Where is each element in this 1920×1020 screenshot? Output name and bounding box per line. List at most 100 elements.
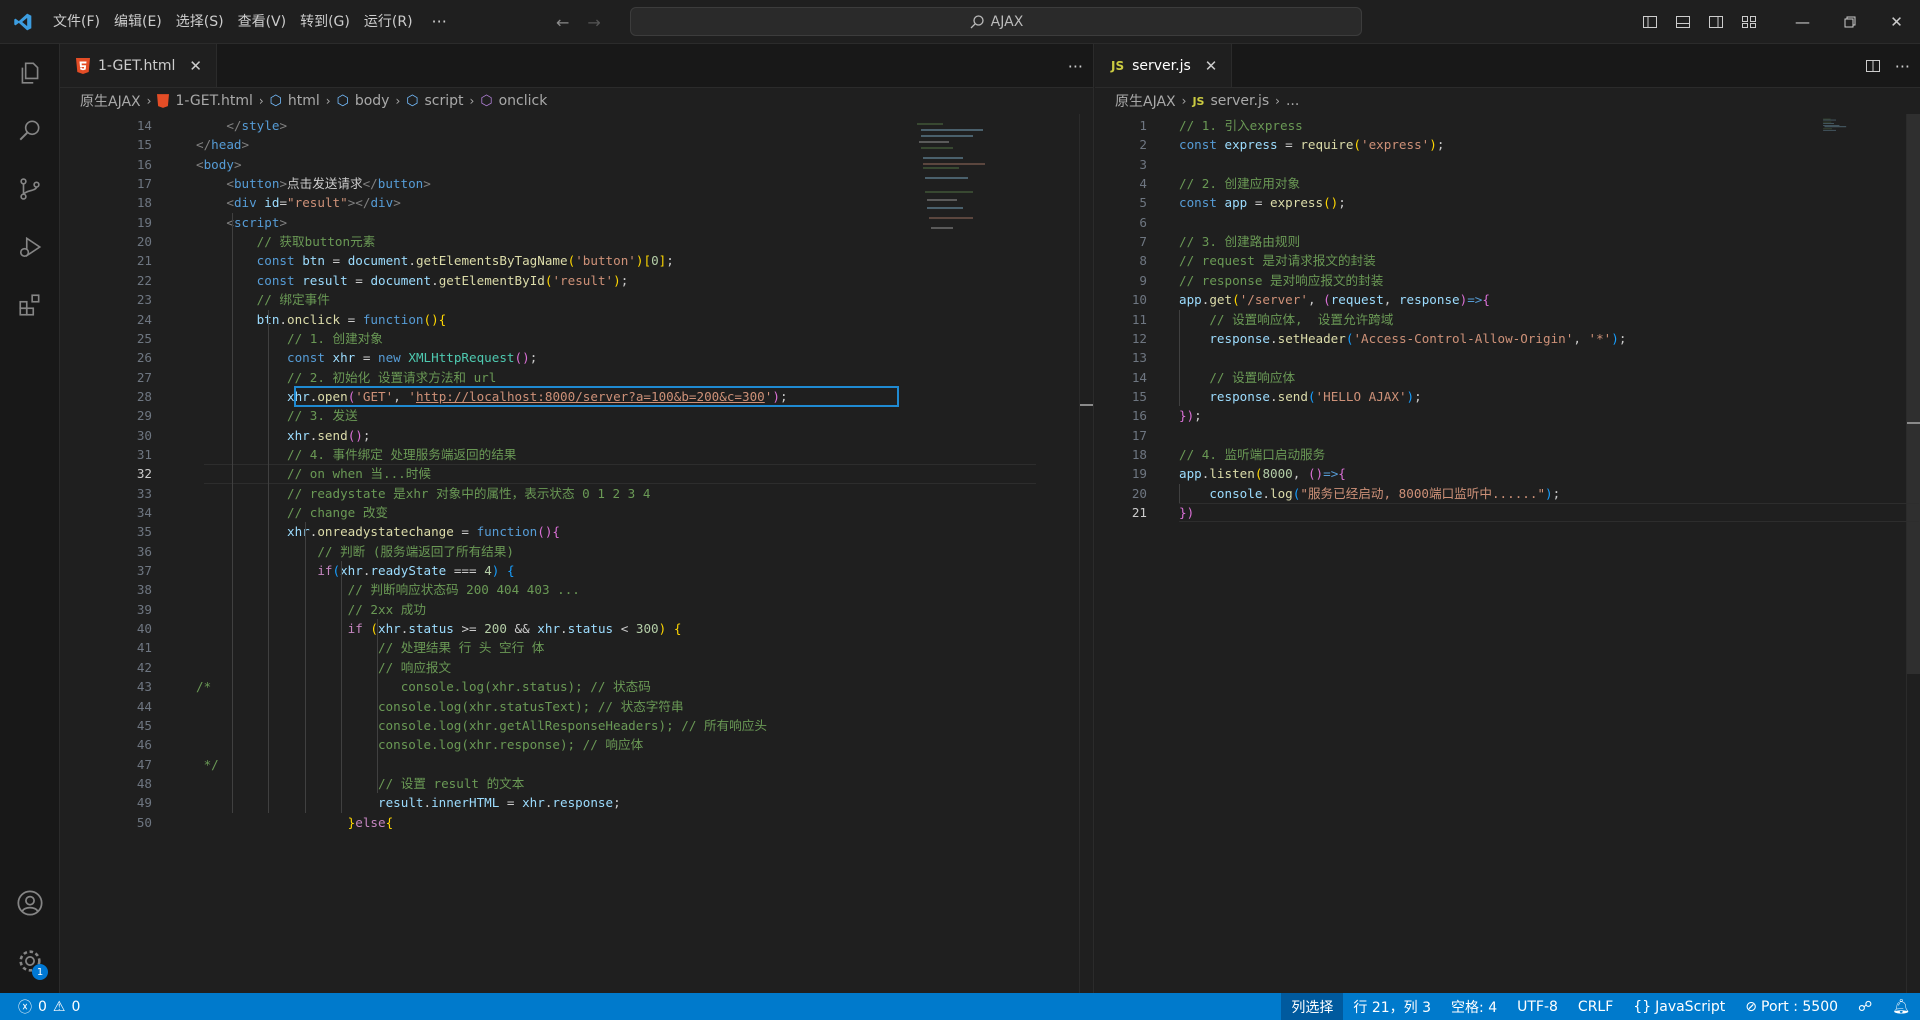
breadcrumb-file[interactable]: 1-GET.html [175,93,252,109]
toggle-secondary-sidebar-icon[interactable] [1699,0,1732,44]
code-line[interactable]: 50 }else{ [60,813,1093,832]
code-line[interactable]: 21}) [1095,503,1920,523]
code-line[interactable]: 34 // change 改变 [60,503,1093,522]
breadcrumb-file[interactable]: server.js [1210,93,1269,109]
code-line[interactable]: 7 // 3. 创建路由规则 [1095,232,1920,251]
breadcrumb-more[interactable]: ... [1286,93,1299,109]
explorer-icon[interactable] [0,44,60,102]
code-line[interactable]: 13 [1095,348,1920,367]
code-line[interactable]: 43 /* console.log(xhr.status); // 状态码 [60,677,1093,696]
code-line[interactable]: 39 // 2xx 成功 [60,600,1093,619]
code-line[interactable]: 6 [1095,213,1920,232]
problems-indicator[interactable]: ⓧ 0 ⚠ 0 [0,997,80,1017]
code-line[interactable]: 11 // 设置响应体, 设置允许跨域 [1095,310,1920,329]
code-line[interactable]: 26 const xhr = new XMLHttpRequest(); [60,348,1093,367]
feedback-icon[interactable]: ☍ [1848,993,1882,1020]
code-line[interactable]: 9 // response 是对响应报文的封装 [1095,271,1920,290]
code-line[interactable]: 31 // 4. 事件绑定 处理服务端返回的结果 [60,445,1093,464]
toggle-primary-sidebar-icon[interactable] [1633,0,1666,44]
language-mode[interactable]: {} JavaScript [1623,993,1735,1020]
source-control-icon[interactable] [0,160,60,218]
more-actions-icon[interactable]: ··· [1068,57,1083,76]
menu-file[interactable]: 文件(F) [46,0,107,44]
code-line[interactable]: 4 // 2. 创建应用对象 [1095,174,1920,193]
end-of-line[interactable]: CRLF [1568,993,1623,1020]
breadcrumb-onclick[interactable]: onclick [499,93,548,109]
code-line[interactable]: 21 const btn = document.getElementsByTag… [60,251,1093,270]
code-line[interactable]: 12 response.setHeader('Access-Control-Al… [1095,329,1920,348]
tab-server-js[interactable]: JS server.js ✕ [1095,44,1233,87]
cursor-position[interactable]: 行 21，列 3 [1343,993,1441,1020]
search-view-icon[interactable] [0,102,60,160]
code-line[interactable]: 45 console.log(xhr.getAllResponseHeaders… [60,716,1093,735]
selection-mode[interactable]: 列选择 [1281,993,1344,1020]
code-line[interactable]: 5 const app = express(); [1095,193,1920,212]
menu-edit[interactable]: 编辑(E) [107,0,169,44]
code-line[interactable]: 25 // 1. 创建对象 [60,329,1093,348]
code-line[interactable]: 10 app.get('/server', (request, response)… [1095,290,1920,309]
code-line[interactable]: 36 // 判断 (服务端返回了所有结果) [60,542,1093,561]
code-line[interactable]: 30 xhr.send(); [60,426,1093,445]
code-line[interactable]: 23 // 绑定事件 [60,290,1093,309]
code-line[interactable]: 24 btn.onclick = function(){ [60,310,1093,329]
restore-icon[interactable] [1826,0,1873,44]
code-line[interactable]: 16 <body> [60,155,1093,174]
code-line[interactable]: 46 console.log(xhr.response); // 响应体 [60,735,1093,754]
code-line[interactable]: 37 if(xhr.readyState === 4) { [60,561,1093,580]
menu-more-icon[interactable]: ··· [420,12,459,31]
code-line[interactable]: 15 </head> [60,135,1093,154]
code-line[interactable]: 20 console.log("服务已经启动, 8000端口监听中......"… [1095,484,1920,503]
breadcrumb-script[interactable]: script [425,93,464,109]
code-line[interactable]: 40 if (xhr.status >= 200 && xhr.status <… [60,619,1093,638]
code-line[interactable]: 14 // 设置响应体 [1095,368,1920,387]
indentation[interactable]: 空格: 4 [1441,993,1507,1020]
back-arrow-icon[interactable]: ← [556,13,569,32]
encoding[interactable]: UTF-8 [1507,993,1568,1020]
code-line[interactable]: 29 // 3. 发送 [60,406,1093,425]
code-line[interactable]: 18 // 4. 监听端口启动服务 [1095,445,1920,464]
menu-view[interactable]: 查看(V) [231,0,294,44]
code-line[interactable]: 27 // 2. 初始化 设置请求方法和 url [60,368,1093,387]
code-line[interactable]: 44 console.log(xhr.statusText); // 状态字符串 [60,697,1093,716]
code-line[interactable]: 42 // 响应报文 [60,658,1093,677]
code-line[interactable]: 47 */ [60,755,1093,774]
more-actions-icon[interactable]: ··· [1895,57,1910,76]
code-editor-right[interactable]: 1 // 1. 引入express 2 const express = require… [1095,114,1920,993]
code-line[interactable]: 49 result.innerHTML = xhr.response; [60,793,1093,812]
code-line[interactable]: 18 <div id="result"></div> [60,193,1093,212]
command-center-search[interactable]: AJAX [630,7,1362,36]
manage-gear-icon[interactable]: 1 [0,932,60,990]
menu-selection[interactable]: 选择(S) [169,0,231,44]
code-line[interactable]: 19 <script> [60,213,1093,232]
code-line[interactable]: 15 response.send('HELLO AJAX'); [1095,387,1920,406]
menu-go[interactable]: 转到(G) [293,0,357,44]
breadcrumb-html[interactable]: html [288,93,320,109]
code-line[interactable]: 22 const result = document.getElementByI… [60,271,1093,290]
customize-layout-icon[interactable] [1732,0,1765,44]
accounts-icon[interactable] [0,874,60,932]
minimize-icon[interactable]: — [1779,0,1826,44]
code-line[interactable]: 20 // 获取button元素 [60,232,1093,251]
code-line[interactable]: 38 // 判断响应状态码 200 404 403 ... [60,580,1093,599]
code-line[interactable]: 48 // 设置 result 的文本 [60,774,1093,793]
forward-arrow-icon[interactable]: → [587,13,600,32]
code-line[interactable]: 33 // readystate 是xhr 对象中的属性，表示状态 0 1 2 … [60,484,1093,503]
code-editor-left[interactable]: 14 </style> 15 </head> 16 <body> 17 <button>点… [60,114,1093,993]
notifications-bell-icon[interactable]: 🔔︎ [1882,993,1920,1020]
breadcrumb-body[interactable]: body [355,93,390,109]
breadcrumb-folder[interactable]: 原生AJAX [1115,91,1176,111]
code-line[interactable]: 19 app.listen(8000, ()=>{ [1095,464,1920,483]
code-line[interactable]: 17 <button>点击发送请求</button> [60,174,1093,193]
code-line[interactable]: 14 </style> [60,116,1093,135]
code-line[interactable]: 1 // 1. 引入express [1095,116,1920,135]
live-server-port[interactable]: ⊘ Port : 5500 [1735,993,1848,1020]
code-line[interactable]: 32 // on when 当...时候 [60,464,1093,484]
toggle-panel-icon[interactable] [1666,0,1699,44]
tab-1-get-html[interactable]: 1-GET.html ✕ [60,44,217,87]
close-tab-icon[interactable]: ✕ [189,57,202,75]
code-line[interactable]: 8 // request 是对请求报文的封装 [1095,251,1920,270]
code-line[interactable]: 41 // 处理结果 行 头 空行 体 [60,638,1093,657]
breadcrumb-folder[interactable]: 原生AJAX [80,91,141,111]
menu-run[interactable]: 运行(R) [357,0,420,44]
code-line[interactable]: 16}); [1095,406,1920,425]
